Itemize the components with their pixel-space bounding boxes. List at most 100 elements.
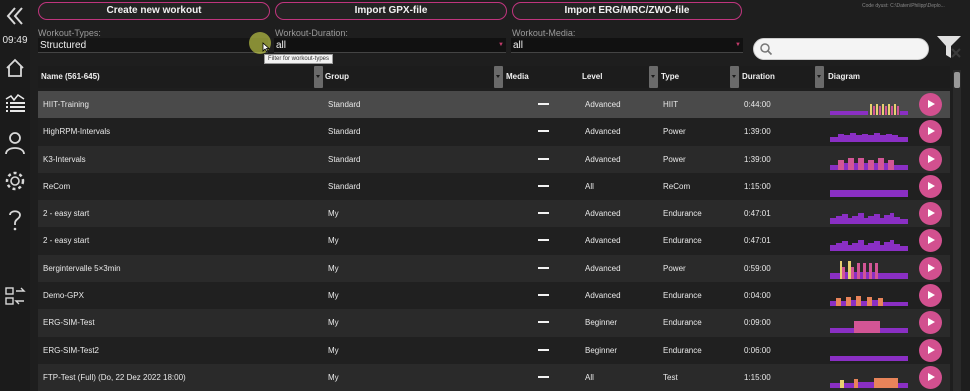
table-row[interactable]: 2 - easy start My Advanced Endurance 0:47:01 <box>38 227 950 255</box>
filter-clear-icon <box>937 36 961 58</box>
diagram-segment <box>868 243 874 252</box>
cell-name: HIIT-Training <box>43 100 89 109</box>
table-row[interactable]: K3-Intervals Standard Advanced Power 1:39:00 <box>38 145 950 173</box>
table-row[interactable]: HIIT-Training Standard Advanced HIIT 0:44:00 <box>38 91 950 119</box>
column-header-diagram[interactable]: Diagram <box>828 66 860 88</box>
diagram-segment <box>858 213 864 225</box>
settings-icon[interactable] <box>2 168 28 194</box>
diagram-segment <box>853 111 856 115</box>
cell-duration: 1:15:00 <box>744 372 771 382</box>
home-icon[interactable] <box>2 55 28 81</box>
play-button[interactable] <box>919 174 942 198</box>
diagram-segment <box>852 243 858 252</box>
workout-media-select[interactable]: all ▼ <box>511 38 743 53</box>
diagram-segment <box>830 355 908 361</box>
workout-diagram <box>830 213 908 225</box>
table-header: Name (561-645) Group Media Level Type Du… <box>38 66 950 88</box>
cell-group: My <box>328 291 339 301</box>
cell-level: Advanced <box>585 236 621 246</box>
column-header-group[interactable]: Group <box>325 66 349 88</box>
table-row[interactable]: ERG-SIM-Test My Beginner Endurance 0:09:00 <box>38 309 950 337</box>
column-header-media[interactable]: Media <box>506 66 529 88</box>
diagram-segment <box>854 321 880 334</box>
diagram-segment <box>885 106 887 115</box>
help-icon[interactable] <box>2 207 28 233</box>
diagram-segment <box>873 106 875 115</box>
diagram-segment <box>838 111 841 115</box>
workout-diagram <box>830 157 908 170</box>
profile-icon[interactable] <box>2 130 28 156</box>
diagram-segment <box>856 135 862 143</box>
diagram-segment <box>858 381 874 388</box>
diagram-segment <box>879 106 881 115</box>
diagram-segment <box>852 216 858 225</box>
play-button[interactable] <box>919 256 942 280</box>
cell-duration: 0:59:00 <box>744 263 771 273</box>
chevron-down-icon: ▼ <box>735 42 741 48</box>
diagram-segment <box>858 157 864 170</box>
diagram-segment <box>862 111 865 115</box>
play-button[interactable] <box>919 365 942 389</box>
workout-diagram <box>830 296 908 307</box>
play-button[interactable] <box>919 284 942 308</box>
diagram-segment <box>869 262 872 279</box>
workout-diagram <box>830 260 908 279</box>
play-button[interactable] <box>919 120 942 144</box>
play-button[interactable] <box>919 202 942 226</box>
play-button[interactable] <box>919 93 942 116</box>
table-row[interactable]: FTP-Test (Full) (Do, 22 Dez 2022 18:00) M… <box>38 363 950 391</box>
table-row[interactable]: Demo-GPX My Advanced Endurance 0:04:00 <box>38 282 950 310</box>
workout-diagram <box>830 133 908 143</box>
search-input[interactable] <box>753 38 929 60</box>
column-filter-level[interactable] <box>649 66 658 88</box>
collapse-icon[interactable] <box>2 3 28 29</box>
play-button[interactable] <box>919 229 942 253</box>
table-row[interactable]: ERG-SIM-Test2 My Beginner Endurance 0:06:00 <box>38 336 950 364</box>
table-row[interactable]: HighRPM-Intervals Standard Advanced Power 1:… <box>38 118 950 146</box>
column-filter-name[interactable] <box>314 66 323 88</box>
diagram-segment <box>864 218 868 225</box>
workout-duration-select[interactable]: all ▼ <box>274 38 506 53</box>
cell-type: Endurance <box>663 345 702 355</box>
diagram-segment <box>848 260 851 279</box>
cell-level: Advanced <box>585 100 621 109</box>
table-row[interactable]: ReCom Standard All ReCom 1:15:00 <box>38 172 950 201</box>
column-header-duration[interactable]: Duration <box>742 66 775 88</box>
column-filter-group[interactable] <box>494 66 503 88</box>
import-gpx-button[interactable]: Import GPX-file <box>275 2 507 20</box>
workouts-icon[interactable] <box>2 92 28 118</box>
scrollbar[interactable] <box>953 70 961 391</box>
diagram-segment <box>830 189 908 197</box>
cell-level: Advanced <box>585 291 621 301</box>
cell-group: My <box>328 263 339 273</box>
column-header-type[interactable]: Type <box>661 66 679 88</box>
play-button[interactable] <box>919 311 942 335</box>
play-button[interactable] <box>919 147 942 171</box>
diagram-segment <box>897 106 899 115</box>
sync-icon[interactable] <box>2 284 28 310</box>
workout-types-value: Structured <box>40 40 87 51</box>
scrollbar-thumb[interactable] <box>954 72 960 88</box>
diagram-segment <box>866 271 869 279</box>
workout-diagram <box>830 189 908 197</box>
media-none-icon <box>538 239 549 242</box>
table-row[interactable]: Bergintervalle 5×3min My Advanced Power 0:59… <box>38 254 950 283</box>
cell-type: Endurance <box>663 236 702 246</box>
diagram-segment <box>886 134 892 143</box>
diagram-segment <box>838 159 844 170</box>
create-workout-button[interactable]: Create new workout <box>38 2 270 20</box>
diagram-segment <box>848 218 852 225</box>
column-header-name[interactable]: Name (561-645) <box>41 66 100 88</box>
diagram-segment <box>884 162 888 170</box>
diagram-segment <box>868 159 874 170</box>
column-filter-duration[interactable] <box>815 66 824 88</box>
cell-type: Endurance <box>663 318 702 328</box>
workout-types-select[interactable]: Structured <box>38 38 268 53</box>
clear-filter-button[interactable] <box>935 34 963 60</box>
table-row[interactable]: 2 - easy start My Advanced Endurance 0:47:01 <box>38 200 950 228</box>
column-filter-type[interactable] <box>730 66 739 88</box>
app-window: 09:49 Create new workout Import GPX-file… <box>0 0 970 391</box>
column-header-level[interactable]: Level <box>582 66 602 88</box>
import-erg-button[interactable]: Import ERG/MRC/ZWO-file <box>512 2 742 20</box>
play-button[interactable] <box>919 338 942 362</box>
